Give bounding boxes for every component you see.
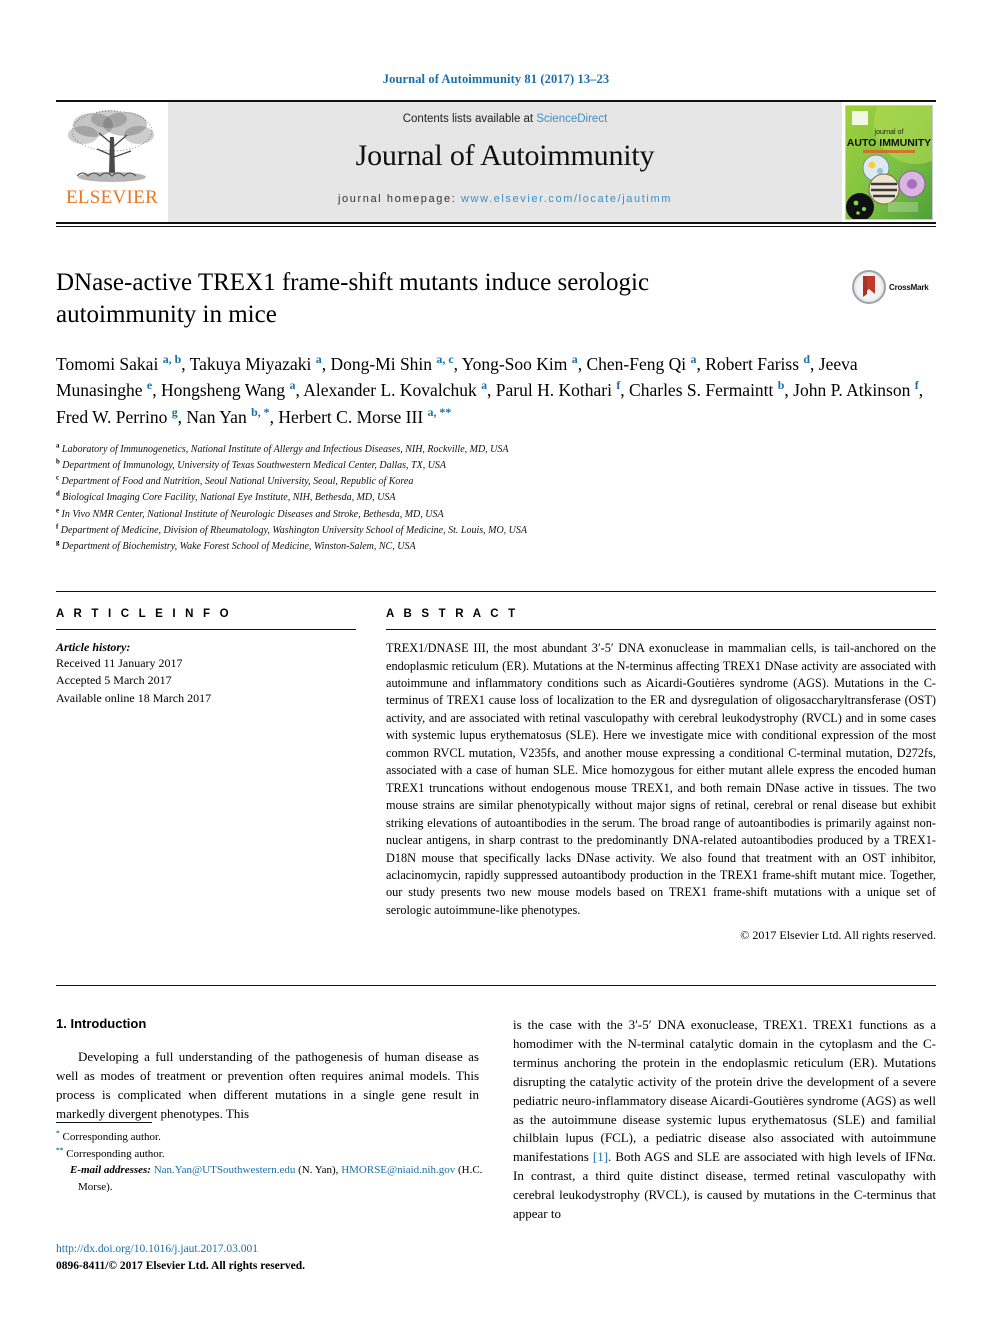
abstract-column: A B S T R A C T TREX1/DNASE III, the mos…: [386, 608, 936, 943]
affiliation-marker: b: [56, 458, 60, 466]
abstract-rule: [386, 629, 936, 631]
affiliation-item: a Laboratory of Immunogenetics, National…: [56, 442, 936, 458]
running-head: Journal of Autoimmunity 81 (2017) 13–23: [382, 72, 610, 86]
body-right-column: is the case with the 3′-5′ DNA exonuclea…: [513, 1016, 936, 1223]
footer-meta: http://dx.doi.org/10.1016/j.jaut.2017.03…: [56, 1241, 556, 1276]
journal-cover-thumbnail[interactable]: journal of AUTO IMMUNITY: [842, 102, 936, 222]
introduction-paragraph-left: Developing a full understanding of the p…: [56, 1049, 479, 1121]
elsevier-wordmark: ELSEVIER: [65, 187, 159, 208]
article-history-label: Article history:: [56, 640, 131, 655]
issn-copyright: 0896-8411/© 2017 Elsevier Ltd. All right…: [56, 1259, 306, 1272]
affiliation-marker: g: [56, 539, 60, 547]
email-link-hmorse[interactable]: HMORSE@niaid.nih.gov: [341, 1164, 455, 1176]
affiliation-text: Department of Medicine, Division of Rheu…: [60, 524, 527, 536]
journal-homepage-line: journal homepage: www.elsevier.com/locat…: [338, 193, 672, 205]
affiliation-text: Department of Immunology, University of …: [62, 459, 447, 471]
footnote-corresponding-2-text: Corresponding author.: [66, 1147, 165, 1160]
footnote-marker-star: *: [56, 1128, 60, 1138]
footnote-marker-double-star: **: [56, 1144, 64, 1154]
affiliation-marker: f: [56, 523, 59, 531]
affiliation-item: c Department of Food and Nutrition, Seou…: [56, 474, 936, 490]
journal-cover-image: journal of AUTO IMMUNITY: [845, 104, 933, 220]
abstract-text: TREX1/DNASE III, the most abundant 3′-5′…: [386, 641, 936, 917]
homepage-url-link[interactable]: www.elsevier.com/locate/jautimm: [461, 193, 672, 205]
page-title: DNase-active TREX1 frame-shift mutants i…: [56, 269, 650, 328]
affiliation-item: b Department of Immunology, University o…: [56, 458, 936, 474]
article-received-date: Received 11 January 2017: [56, 656, 183, 671]
info-abstract-section: A R T I C L E I N F O Article history: R…: [56, 591, 936, 943]
contents-prefix: Contents lists available at: [402, 113, 537, 125]
footnote-corresponding-1-text: Corresponding author.: [62, 1131, 161, 1143]
intro-right-part1: is the case with the 3′-5′ DNA exonuclea…: [513, 1017, 936, 1165]
affiliation-list: a Laboratory of Immunogenetics, National…: [56, 442, 936, 555]
svg-text:AUTO IMMUNITY: AUTO IMMUNITY: [847, 137, 931, 149]
masthead-bottom-rule-thin: [56, 226, 936, 227]
svg-text:journal of: journal of: [874, 129, 904, 136]
affiliation-marker: a: [56, 442, 60, 450]
elsevier-tree-icon: [68, 110, 154, 182]
homepage-prefix: journal homepage:: [338, 193, 461, 205]
journal-banner: Contents lists available at ScienceDirec…: [168, 102, 842, 222]
doi-link[interactable]: http://dx.doi.org/10.1016/j.jaut.2017.03…: [56, 1241, 556, 1258]
affiliation-text: Department of Biochemistry, Wake Forest …: [61, 540, 416, 552]
affiliation-item: g Department of Biochemistry, Wake Fores…: [56, 539, 936, 555]
author-list: Tomomi Sakai a, b, Takuya Miyazaki a, Do…: [56, 352, 924, 427]
affiliation-text: Department of Food and Nutrition, Seoul …: [61, 476, 414, 488]
contents-available-line: Contents lists available at ScienceDirec…: [403, 113, 608, 125]
affiliation-item: f Department of Medicine, Division of Rh…: [56, 523, 936, 539]
article-available-date: Available online 18 March 2017: [56, 690, 212, 705]
email-link-nan-yan[interactable]: Nan.Yan@UTSouthwestern.edu: [154, 1164, 296, 1176]
email-name-nan-yan: (N. Yan),: [298, 1164, 339, 1176]
affiliation-text: Laboratory of Immunogenetics, National I…: [61, 443, 509, 455]
journal-cover-art-icon: journal of AUTO IMMUNITY: [846, 105, 932, 219]
citation-link-1[interactable]: [1]: [593, 1149, 608, 1164]
footnote-corresponding-2: ** Corresponding author.: [56, 1146, 492, 1163]
footnote-rule: [56, 1122, 152, 1123]
title-block: DNase-active TREX1 frame-shift mutants i…: [56, 267, 936, 331]
footnote-corresponding-1: * Corresponding author.: [56, 1129, 492, 1146]
masthead-bottom-rule: [56, 222, 936, 224]
article-info-heading: A R T I C L E I N F O: [56, 608, 232, 621]
footnote-block: * Corresponding author. ** Corresponding…: [56, 1116, 492, 1195]
affiliation-item: d Biological Imaging Core Facility, Nati…: [56, 490, 936, 506]
email-addresses-label: E-mail addresses:: [70, 1164, 151, 1176]
article-page: Journal of Autoimmunity 81 (2017) 13–23: [0, 0, 992, 1323]
affiliation-marker: e: [56, 507, 60, 515]
introduction-heading: 1. Introduction: [56, 1016, 147, 1032]
article-accepted-date: Accepted 5 March 2017: [56, 673, 172, 688]
crossmark-icon: [852, 270, 886, 304]
introduction-paragraph-right: is the case with the 3′-5′ DNA exonuclea…: [513, 1016, 936, 1223]
footnote-emails: E-mail addresses: Nan.Yan@UTSouthwestern…: [56, 1162, 492, 1195]
abstract-copyright: © 2017 Elsevier Ltd. All rights reserved…: [740, 928, 936, 943]
article-info-rule: [56, 629, 356, 631]
elsevier-logo: ELSEVIER: [56, 102, 168, 222]
journal-masthead: ELSEVIER Contents lists available at Sci…: [56, 100, 936, 222]
affiliation-marker: d: [56, 490, 60, 498]
crossmark-label: CrossMark: [889, 282, 929, 292]
affiliation-text: In Vivo NMR Center, National Institute o…: [61, 508, 444, 520]
crossmark-badge[interactable]: CrossMark: [852, 267, 936, 307]
affiliation-item: e In Vivo NMR Center, National Institute…: [56, 507, 936, 523]
sciencedirect-link[interactable]: ScienceDirect: [536, 113, 607, 125]
article-info-column: A R T I C L E I N F O Article history: R…: [56, 608, 356, 943]
abstract-heading: A B S T R A C T: [386, 608, 519, 621]
journal-title: Journal of Autoimmunity: [355, 139, 655, 172]
affiliation-marker: c: [56, 474, 60, 482]
affiliation-text: Biological Imaging Core Facility, Nation…: [62, 492, 396, 504]
